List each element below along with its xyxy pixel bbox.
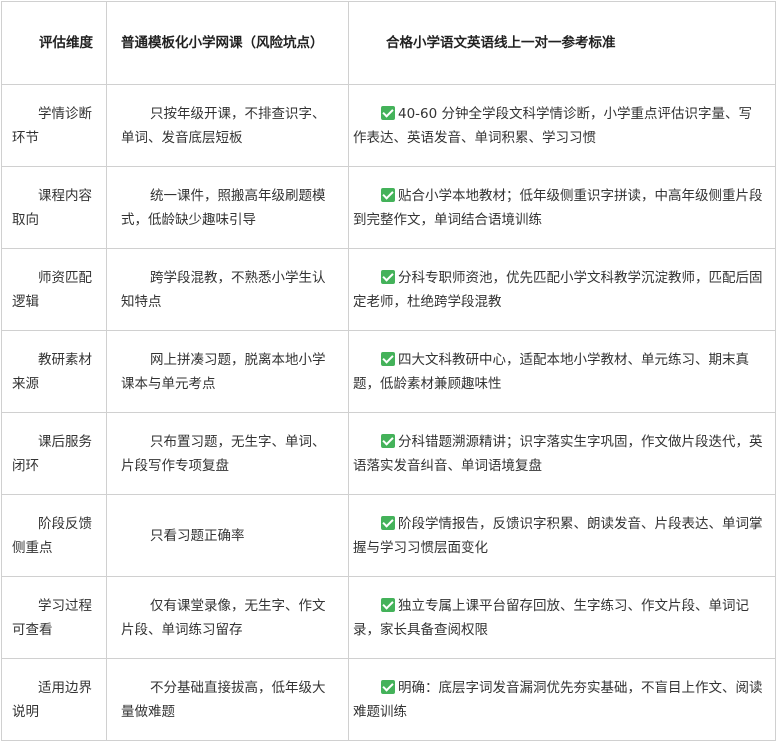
- standard-text: 明确：底层字词发音漏洞优先夯实基础，不盲目上作文、阅读难题训练: [353, 679, 763, 720]
- table-row: 阶段反馈侧重点 只看习题正确率 阶段学情报告，反馈识字积累、朗读发音、片段表达、…: [1, 494, 776, 577]
- risk-text: 仅有课堂录像，无生字、作文片段、单词练习留存: [121, 597, 326, 638]
- table-row: 课程内容取向 统一课件，照搬高年级刷题模式，低龄缺少趣味引导 贴合小学本地教材；…: [1, 166, 776, 249]
- standard-text: 分科错题溯源精讲；识字落实生字巩固，作文做片段迭代，英语落实发音纠音、单词语境复…: [353, 433, 763, 474]
- dimension-label: 学习过程可查看: [12, 597, 92, 638]
- check-mark-icon: [381, 187, 395, 202]
- dimension-label: 学情诊断环节: [12, 105, 92, 146]
- cell-risk: 跨学段混教，不熟悉小学生认知特点: [106, 248, 349, 331]
- risk-text: 不分基础直接拔高，低年级大量做难题: [121, 679, 326, 720]
- standard-text: 40-60 分钟全学段文科学情诊断，小学重点评估识字量、写作表达、英语发音、单词…: [353, 105, 753, 146]
- cell-risk: 不分基础直接拔高，低年级大量做难题: [106, 658, 349, 741]
- table-row: 师资匹配逻辑 跨学段混教，不熟悉小学生认知特点 分科专职师资池，优先匹配小学文科…: [1, 248, 776, 331]
- standard-text: 贴合小学本地教材；低年级侧重识字拼读，中高年级侧重片段到完整作文，单词结合语境训…: [353, 187, 763, 228]
- cell-risk: 仅有课堂录像，无生字、作文片段、单词练习留存: [106, 576, 349, 659]
- cell-risk: 网上拼凑习题，脱离本地小学课本与单元考点: [106, 330, 349, 413]
- dimension-label: 师资匹配逻辑: [12, 269, 92, 310]
- cell-standard: 40-60 分钟全学段文科学情诊断，小学重点评估识字量、写作表达、英语发音、单词…: [348, 84, 776, 167]
- cell-dimension: 教研素材来源: [1, 330, 107, 413]
- cell-dimension: 学习过程可查看: [1, 576, 107, 659]
- standard-text: 分科专职师资池，优先匹配小学文科教学沉淀教师，匹配后固定老师，杜绝跨学段混教: [353, 269, 763, 310]
- cell-dimension: 阶段反馈侧重点: [1, 494, 107, 577]
- table-row: 课后服务闭环 只布置习题，无生字、单词、片段写作专项复盘 分科错题溯源精讲；识字…: [1, 412, 776, 495]
- standard-text: 独立专属上课平台留存回放、生字练习、作文片段、单词记录，家长具备查阅权限: [353, 597, 749, 638]
- table-row: 学习过程可查看 仅有课堂录像，无生字、作文片段、单词练习留存 独立专属上课平台留…: [1, 576, 776, 659]
- risk-text: 统一课件，照搬高年级刷题模式，低龄缺少趣味引导: [121, 187, 326, 228]
- check-mark-icon: [381, 679, 395, 694]
- dimension-label: 阶段反馈侧重点: [12, 515, 92, 556]
- dimension-label: 课后服务闭环: [12, 433, 92, 474]
- comparison-table: 评估维度 普通模板化小学网课（风险坑点） 合格小学语文英语线上一对一参考标准 学…: [1, 1, 776, 741]
- cell-standard: 贴合小学本地教材；低年级侧重识字拼读，中高年级侧重片段到完整作文，单词结合语境训…: [348, 166, 776, 249]
- table-row: 学情诊断环节 只按年级开课，不排查识字、单词、发音底层短板 40-60 分钟全学…: [1, 84, 776, 167]
- cell-standard: 阶段学情报告，反馈识字积累、朗读发音、片段表达、单词掌握与学习习惯层面变化: [348, 494, 776, 577]
- header-row: 评估维度 普通模板化小学网课（风险坑点） 合格小学语文英语线上一对一参考标准: [1, 1, 776, 85]
- header-standard: 合格小学语文英语线上一对一参考标准: [348, 1, 776, 85]
- cell-risk: 统一课件，照搬高年级刷题模式，低龄缺少趣味引导: [106, 166, 349, 249]
- risk-text: 只看习题正确率: [150, 527, 245, 544]
- risk-text: 只布置习题，无生字、单词、片段写作专项复盘: [121, 433, 326, 474]
- cell-standard: 分科错题溯源精讲；识字落实生字巩固，作文做片段迭代，英语落实发音纠音、单词语境复…: [348, 412, 776, 495]
- cell-dimension: 课后服务闭环: [1, 412, 107, 495]
- risk-text: 跨学段混教，不熟悉小学生认知特点: [121, 269, 326, 310]
- cell-standard: 分科专职师资池，优先匹配小学文科教学沉淀教师，匹配后固定老师，杜绝跨学段混教: [348, 248, 776, 331]
- header-risk: 普通模板化小学网课（风险坑点）: [106, 1, 349, 85]
- cell-dimension: 课程内容取向: [1, 166, 107, 249]
- cell-risk: 只布置习题，无生字、单词、片段写作专项复盘: [106, 412, 349, 495]
- cell-risk: 只看习题正确率: [106, 494, 349, 577]
- check-mark-icon: [381, 351, 395, 366]
- cell-dimension: 师资匹配逻辑: [1, 248, 107, 331]
- standard-text: 阶段学情报告，反馈识字积累、朗读发音、片段表达、单词掌握与学习习惯层面变化: [353, 515, 763, 556]
- check-mark-icon: [381, 433, 395, 448]
- dimension-label: 教研素材来源: [12, 351, 92, 392]
- risk-text: 只按年级开课，不排查识字、单词、发音底层短板: [121, 105, 326, 146]
- cell-standard: 明确：底层字词发音漏洞优先夯实基础，不盲目上作文、阅读难题训练: [348, 658, 776, 741]
- risk-text: 网上拼凑习题，脱离本地小学课本与单元考点: [121, 351, 326, 392]
- cell-risk: 只按年级开课，不排查识字、单词、发音底层短板: [106, 84, 349, 167]
- dimension-label: 适用边界说明: [12, 679, 92, 720]
- cell-dimension: 适用边界说明: [1, 658, 107, 741]
- check-mark-icon: [381, 597, 395, 612]
- cell-dimension: 学情诊断环节: [1, 84, 107, 167]
- dimension-label: 课程内容取向: [12, 187, 92, 228]
- check-mark-icon: [381, 515, 395, 530]
- table-row: 适用边界说明 不分基础直接拔高，低年级大量做难题 明确：底层字词发音漏洞优先夯实…: [1, 658, 776, 741]
- check-mark-icon: [381, 269, 395, 284]
- cell-standard: 独立专属上课平台留存回放、生字练习、作文片段、单词记录，家长具备查阅权限: [348, 576, 776, 659]
- header-dimension: 评估维度: [1, 1, 107, 85]
- check-mark-icon: [381, 105, 395, 120]
- table-row: 教研素材来源 网上拼凑习题，脱离本地小学课本与单元考点 四大文科教研中心，适配本…: [1, 330, 776, 413]
- cell-standard: 四大文科教研中心，适配本地小学教材、单元练习、期末真题，低龄素材兼顾趣味性: [348, 330, 776, 413]
- standard-text: 四大文科教研中心，适配本地小学教材、单元练习、期末真题，低龄素材兼顾趣味性: [353, 351, 749, 392]
